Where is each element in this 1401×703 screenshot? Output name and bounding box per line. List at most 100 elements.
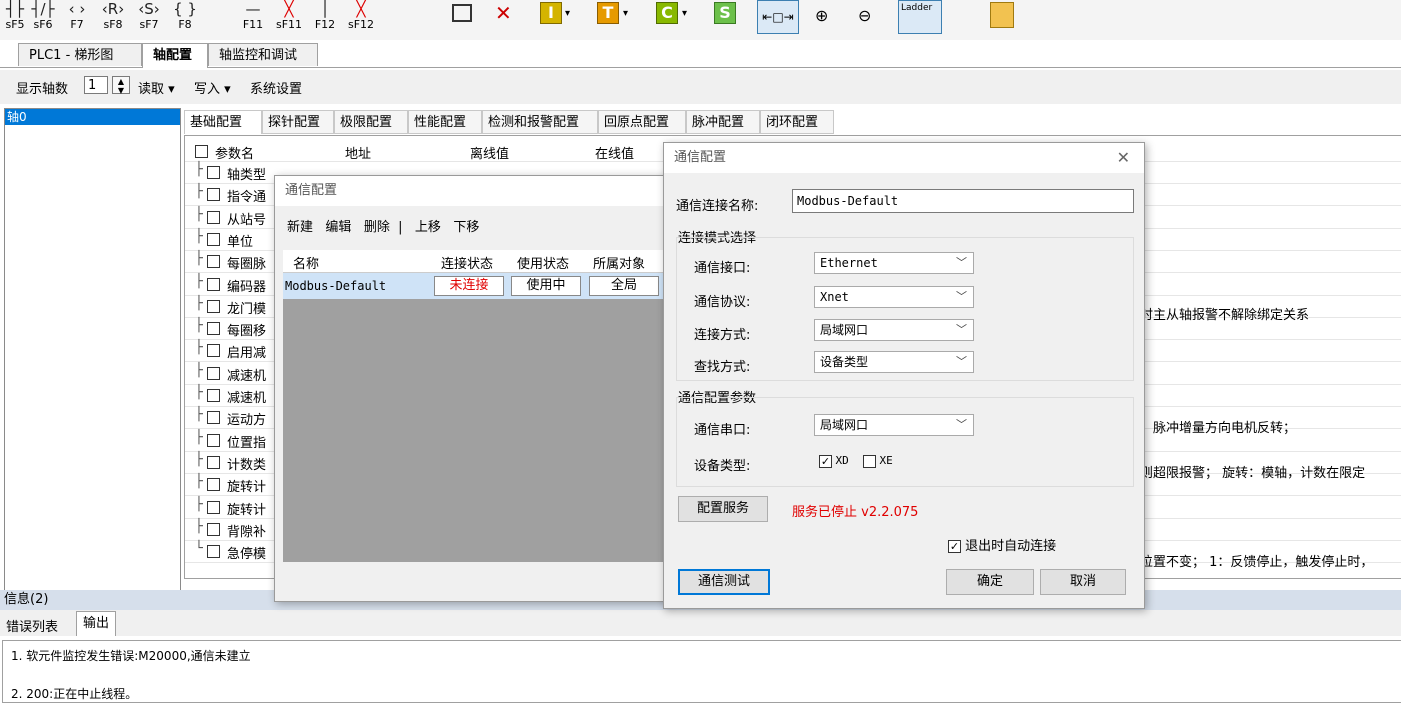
ladder-rst-coil-button[interactable]: ‹R› sF8 [96,0,130,36]
swap-icon[interactable]: ⇤□⇥ [757,0,799,34]
delete-row-icon[interactable]: ✕ [495,2,517,24]
row-checkbox[interactable] [207,210,220,225]
tree-line-icon: ├ [195,228,203,244]
comm-list-dialog-title: 通信配置 [275,176,670,206]
tab-homing-config[interactable]: 回原点配置 [598,110,686,134]
row-checkbox[interactable] [207,500,220,515]
letter-i-button[interactable]: I [540,2,562,24]
tab-axis-config[interactable]: 轴配置 [142,43,208,68]
tree-line-icon: ├ [195,184,203,200]
main-toolbar: ┤├ sF5 ┤/├ sF6 ‹ › F7 ‹R› sF8 ‹S› sF7 { } F8 —… [0,0,1401,40]
ladder-open-contact-button[interactable]: ┤├ sF5 [2,0,28,36]
tab-error-list[interactable]: 错误列表 [6,616,58,635]
ladder-delete-vline-button[interactable]: ╳ sF12 [344,0,378,36]
row-checkbox[interactable] [207,410,220,425]
ladder-vline-button[interactable]: │ F12 [308,0,342,36]
tab-pulse-config[interactable]: 脉冲配置 [686,110,760,134]
row-checkbox[interactable] [207,254,220,269]
col-usage: 使用状态 [517,257,570,272]
axis-toolbar: 显示轴数 1 ▲ ▼ 读取 ▾ 写入 ▾ 系统设置 [0,70,1401,104]
select-all-checkbox[interactable] [195,144,208,159]
insert-row-icon[interactable] [452,4,472,22]
row-checkbox[interactable] [207,321,220,336]
row-checkbox[interactable] [207,165,220,180]
ladder-delete-hline-button[interactable]: ╳ sF11 [272,0,306,36]
write-menu[interactable]: 写入 ▾ [194,78,231,97]
table-row[interactable]: Modbus-Default 未连接 使用中 全局 [283,273,670,299]
row-checkbox[interactable] [207,343,220,358]
row-checkbox[interactable] [207,366,220,381]
row-checkbox[interactable] [207,299,220,314]
config-service-button[interactable]: 配置服务 [678,496,768,522]
conn-method-select[interactable]: 局域网口 ﹀ [814,319,974,341]
axis-count-spinner[interactable]: ▲ ▼ [112,76,130,95]
letter-s-button[interactable]: S [714,2,736,24]
axis-count-input[interactable]: 1 [84,76,108,94]
interface-select[interactable]: Ethernet ﹀ [814,252,974,274]
interface-label: 通信接口: [694,261,751,276]
read-menu[interactable]: 读取 ▾ [138,78,175,97]
ok-button[interactable]: 确定 [946,569,1034,595]
letter-c-dropdown-icon[interactable]: ▾ [682,8,687,19]
row-checkbox[interactable] [207,522,220,537]
row-checkbox[interactable] [207,477,220,492]
new-button[interactable]: 新建 [287,220,313,235]
tab-performance-config[interactable]: 性能配置 [408,110,482,134]
test-comm-button[interactable]: 通信测试 [678,569,770,595]
row-checkbox[interactable] [207,277,220,292]
info-tabs: 错误列表 输出 [0,610,1401,636]
row-checkbox[interactable] [207,187,220,202]
transfer-icon[interactable] [990,2,1014,28]
row-checkbox[interactable] [207,544,220,559]
tab-output[interactable]: 输出 [76,611,117,636]
tab-plc1-ladder[interactable]: PLC1 - 梯形图 [18,43,142,66]
tab-detection-alarm-config[interactable]: 检测和报警配置 [482,110,598,134]
ladder-hline-button[interactable]: — F11 [236,0,270,36]
tab-axis-monitor[interactable]: 轴监控和调试 [208,43,318,66]
param-name: 位置指 [227,435,267,451]
chevron-down-icon: ﹀ [956,355,967,368]
connection-usage: 使用中 [511,276,581,296]
move-down-button[interactable]: 下移 [453,220,479,235]
cancel-button[interactable]: 取消 [1040,569,1126,595]
letter-c-button[interactable]: C [656,2,678,24]
tab-probe-config[interactable]: 探针配置 [262,110,334,134]
ladder-close-contact-button[interactable]: ┤/├ sF6 [30,0,56,36]
move-up-button[interactable]: 上移 [415,220,441,235]
zoom-in-icon[interactable]: ⊕ [815,6,837,28]
param-name: 每圈脉 [227,257,267,273]
show-axis-label: 显示轴数 [16,82,69,97]
row-checkbox[interactable] [207,455,220,470]
system-settings-button[interactable]: 系统设置 [250,78,302,97]
tab-closed-loop-config[interactable]: 闭环配置 [760,110,834,134]
ladder-info-view-icon[interactable]: Ladder [898,0,942,34]
device-xd-checkbox[interactable]: XD [819,454,849,468]
search-method-select[interactable]: 设备类型 ﹀ [814,351,974,373]
letter-t-button[interactable]: T [597,2,619,24]
ladder-coil-button[interactable]: ‹ › F7 [60,0,94,36]
conn-name-input[interactable]: Modbus-Default [792,189,1134,213]
axis-list-item[interactable]: 轴0 [5,109,180,125]
close-icon[interactable]: ✕ [1117,143,1130,173]
ladder-set-coil-button[interactable]: ‹S› sF7 [132,0,166,36]
zoom-out-icon[interactable]: ⊖ [858,6,880,28]
letter-t-dropdown-icon[interactable]: ▾ [623,8,628,19]
row-checkbox[interactable] [207,388,220,403]
delete-button[interactable]: 删除 [364,220,390,235]
tab-basic-config[interactable]: 基础配置 [184,110,262,134]
tab-limit-config[interactable]: 极限配置 [334,110,408,134]
letter-i-dropdown-icon[interactable]: ▾ [565,8,570,19]
param-name: 启用减 [227,346,267,362]
protocol-select[interactable]: Xnet ﹀ [814,286,974,308]
row-checkbox[interactable] [207,232,220,247]
device-xe-checkbox[interactable]: XE [863,454,893,468]
auto-connect-checkbox[interactable]: 退出时自动连接 [948,535,1056,554]
ladder-instruction-button[interactable]: { } F8 [168,0,202,36]
edit-button[interactable]: 编辑 [325,220,351,235]
row-checkbox[interactable] [207,433,220,448]
tree-line-icon: ├ [195,451,203,467]
param-name: 运动方 [227,413,267,429]
col-name: 名称 [293,257,320,272]
port-select[interactable]: 局域网口 ﹀ [814,414,974,436]
tree-line-icon: └ [195,541,203,557]
